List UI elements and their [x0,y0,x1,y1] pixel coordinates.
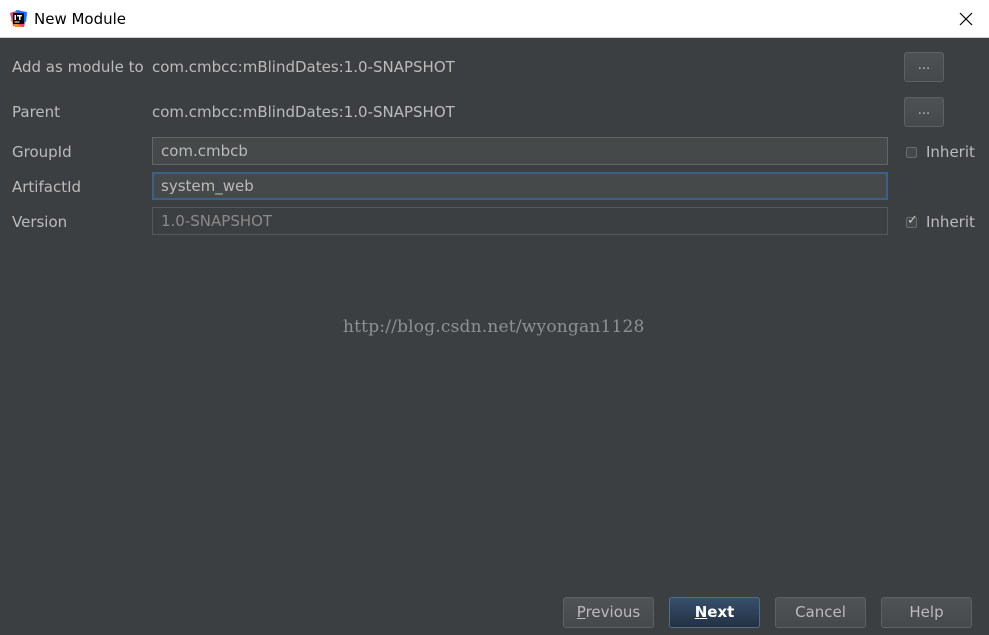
add-as-module-label: Add as module to [12,58,144,76]
watermark-text: http://blog.csdn.net/wyongan1128 [343,317,645,337]
dialog-content: Add as module to com.cmbcc:mBlindDates:1… [0,38,989,635]
title-bar: New Module [0,0,989,38]
version-inherit-checkbox[interactable]: Inherit [906,212,975,232]
version-inherit-label: Inherit [926,213,975,231]
artifact-id-input[interactable] [152,172,888,200]
group-id-input[interactable] [152,137,888,165]
close-button[interactable] [943,0,989,37]
artifact-id-label: ArtifactId [12,178,82,196]
previous-mnemonic: P [576,603,586,621]
next-button[interactable]: Next [669,597,760,628]
add-as-module-browse-button[interactable]: ... [904,52,944,82]
group-id-label: GroupId [12,143,72,161]
version-inherit-box[interactable] [906,213,918,228]
add-as-module-value: com.cmbcc:mBlindDates:1.0-SNAPSHOT [152,58,455,76]
previous-label: revious [585,603,641,621]
intellij-idea-icon [10,10,27,27]
group-id-inherit-checkbox[interactable]: Inherit [906,142,975,162]
next-mnemonic: N [694,603,708,621]
group-id-inherit-label: Inherit [926,143,975,161]
group-id-inherit-box[interactable] [906,146,917,158]
parent-label: Parent [12,103,61,121]
close-icon [959,12,973,25]
window-title: New Module [34,10,127,28]
next-label: ext [707,603,735,621]
parent-value: com.cmbcc:mBlindDates:1.0-SNAPSHOT [152,103,455,121]
version-input[interactable] [152,207,888,235]
cancel-button[interactable]: Cancel [775,597,866,628]
parent-browse-button[interactable]: ... [904,97,944,127]
help-button[interactable]: Help [881,597,972,628]
previous-button[interactable]: Previous [563,597,654,628]
version-label: Version [12,213,68,231]
